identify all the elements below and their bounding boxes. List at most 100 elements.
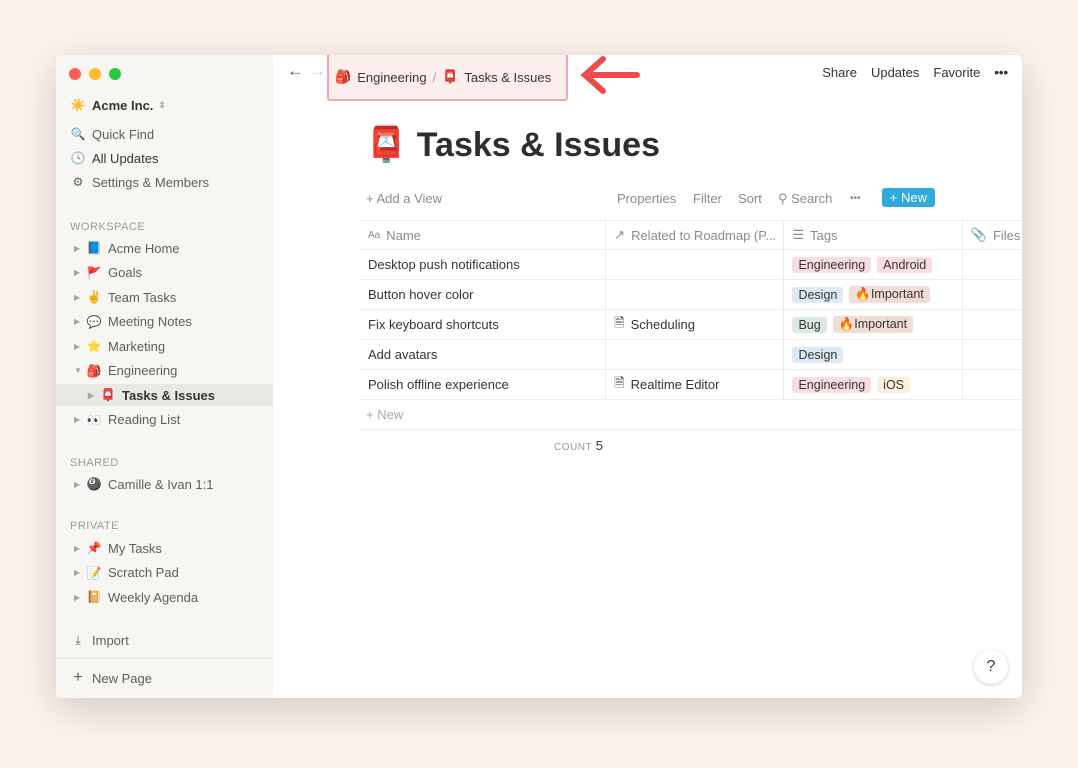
plus-icon: + — [73, 669, 83, 686]
chevron-updown-icon: ⇕ — [158, 99, 166, 110]
table-row[interactable]: Button hover color Design 🔥Important — [360, 280, 1022, 310]
tag[interactable]: Engineering — [792, 256, 872, 273]
cell-tags[interactable]: Design 🔥Important — [784, 280, 963, 309]
workspace-switcher[interactable]: ☀️ Acme Inc. ⇕ — [56, 94, 273, 116]
sidebar-item[interactable]: ▼ 🎒 Engineering — [56, 360, 273, 382]
sidebar-item[interactable]: ▶ ✌️ Team Tasks — [56, 286, 273, 308]
sidebar-item[interactable]: ▶ 💬 Meeting Notes — [56, 311, 273, 333]
red-arrow-annotation-icon — [576, 55, 643, 97]
cell-related[interactable]: 🗎 Realtime Editor — [606, 370, 785, 399]
sort-button[interactable]: Sort — [738, 191, 762, 206]
page-icon: 📘 — [86, 241, 102, 255]
tag[interactable]: 🔥Important — [832, 316, 914, 333]
favorite-button[interactable]: Favorite — [933, 65, 980, 80]
back-arrow-icon[interactable]: ← — [287, 61, 304, 81]
plus-icon: + — [366, 191, 377, 206]
page-title[interactable]: 📮 Tasks & Issues — [365, 125, 660, 165]
help-button[interactable]: ? — [974, 650, 1008, 684]
more-icon[interactable]: ••• — [850, 193, 861, 204]
document-icon: 🗎 — [614, 314, 625, 330]
filter-button[interactable]: Filter — [693, 191, 722, 206]
add-view-button[interactable]: + Add a View — [366, 191, 442, 206]
section-private: PRIVATE — [70, 520, 119, 532]
add-row-button[interactable]: + New — [360, 400, 1022, 430]
more-icon[interactable]: ••• — [994, 65, 1008, 80]
cell-name[interactable]: Button hover color — [360, 280, 607, 309]
zoom-window-button[interactable] — [109, 68, 121, 80]
properties-button[interactable]: Properties — [617, 191, 676, 206]
quick-find[interactable]: 🔍 Quick Find — [56, 123, 273, 145]
column-name[interactable]: Aa Name — [360, 221, 607, 249]
backpack-icon: 🎒 — [335, 69, 352, 84]
page-icon: ⭐ — [86, 339, 102, 353]
sidebar-item[interactable]: ▶ ⭐ Marketing — [56, 335, 273, 357]
tag[interactable]: Android — [877, 256, 933, 273]
cell-related[interactable]: 🗎 Scheduling — [606, 310, 785, 339]
column-tags[interactable]: ☰ Tags — [784, 221, 963, 249]
cell-tags[interactable]: Engineering iOS — [784, 370, 963, 399]
triangle-right-icon[interactable]: ▶ — [74, 317, 86, 326]
cell-tags[interactable]: Bug 🔥Important — [784, 310, 963, 339]
cell-name[interactable]: Fix keyboard shortcuts — [360, 310, 607, 339]
new-page-button[interactable]: + New Page — [56, 667, 273, 689]
sidebar-item[interactable]: ▶ 📘 Acme Home — [56, 237, 273, 259]
updates-button[interactable]: Updates — [871, 65, 919, 80]
triangle-down-icon[interactable]: ▼ — [74, 366, 86, 375]
table-row[interactable]: Desktop push notifications Engineering And… — [360, 250, 1022, 280]
sidebar-item[interactable]: ▶ 🚩 Goals — [56, 262, 273, 284]
cell-related[interactable] — [606, 250, 785, 279]
column-files[interactable]: 📎 Files — [963, 221, 1022, 249]
minimize-window-button[interactable] — [89, 68, 101, 80]
triangle-right-icon[interactable]: ▶ — [74, 480, 86, 489]
page-icon: 🚩 — [86, 265, 102, 280]
forward-arrow-icon[interactable]: → — [309, 61, 326, 81]
triangle-right-icon[interactable]: ▶ — [74, 568, 86, 577]
breadcrumb-tasks-issues[interactable]: Tasks & Issues — [464, 70, 551, 85]
cell-files[interactable] — [963, 310, 1022, 339]
table-row[interactable]: Add avatars Design — [360, 340, 1022, 370]
cell-related[interactable] — [606, 340, 785, 369]
tag[interactable]: Design — [792, 346, 844, 363]
tag[interactable]: Engineering — [792, 376, 872, 393]
sidebar-item[interactable]: ▶ 📌 My Tasks — [56, 537, 273, 559]
cell-name[interactable]: Add avatars — [360, 340, 607, 369]
sidebar-item[interactable]: ▶ 📔 Weekly Agenda — [56, 586, 273, 608]
triangle-right-icon[interactable]: ▶ — [74, 268, 86, 277]
cell-files[interactable] — [963, 280, 1022, 309]
settings-members[interactable]: ⚙ Settings & Members — [56, 171, 273, 193]
import-button[interactable]: ⤓ Import — [56, 629, 273, 651]
triangle-right-icon[interactable]: ▶ — [74, 593, 86, 602]
search-button[interactable]: ⚲ Search — [778, 191, 832, 207]
cell-name[interactable]: Polish offline experience — [360, 370, 607, 399]
search-icon: ⚲ — [778, 191, 792, 206]
sidebar-item[interactable]: ▶ 📝 Scratch Pad — [56, 562, 273, 584]
tag[interactable]: Design — [792, 286, 844, 303]
cell-tags[interactable]: Design — [784, 340, 963, 369]
cell-tags[interactable]: Engineering Android — [784, 250, 963, 279]
triangle-right-icon[interactable]: ▶ — [74, 544, 86, 553]
cell-files[interactable] — [963, 250, 1022, 279]
column-related[interactable]: ↗ Related to Roadmap (P... — [606, 221, 785, 249]
table-row[interactable]: Fix keyboard shortcuts 🗎 Scheduling Bug 🔥Imp… — [360, 310, 1022, 340]
cell-files[interactable] — [963, 340, 1022, 369]
cell-related[interactable] — [606, 280, 785, 309]
triangle-right-icon[interactable]: ▶ — [74, 293, 86, 302]
cell-name[interactable]: Desktop push notifications — [360, 250, 607, 279]
sidebar-item[interactable]: ▶ 📮 Tasks & Issues — [56, 384, 273, 406]
triangle-right-icon[interactable]: ▶ — [74, 342, 86, 351]
new-button[interactable]: + New — [881, 188, 935, 207]
share-button[interactable]: Share — [822, 65, 857, 80]
triangle-right-icon[interactable]: ▶ — [74, 244, 86, 253]
tag[interactable]: Bug — [792, 316, 827, 333]
breadcrumb-engineering[interactable]: Engineering — [357, 70, 426, 85]
all-updates[interactable]: 🕓 All Updates — [56, 147, 273, 169]
sidebar-item[interactable]: ▶ 🎱 Camille & Ivan 1:1 — [56, 473, 273, 495]
triangle-right-icon[interactable]: ▶ — [88, 391, 100, 400]
triangle-right-icon[interactable]: ▶ — [74, 415, 86, 424]
close-window-button[interactable] — [69, 68, 81, 80]
tag[interactable]: 🔥Important — [849, 286, 930, 303]
sidebar-item[interactable]: ▶ 👀 Reading List — [56, 409, 273, 431]
tag[interactable]: iOS — [877, 376, 911, 393]
table-row[interactable]: Polish offline experience 🗎 Realtime Edito… — [360, 370, 1022, 400]
cell-files[interactable] — [963, 370, 1022, 399]
